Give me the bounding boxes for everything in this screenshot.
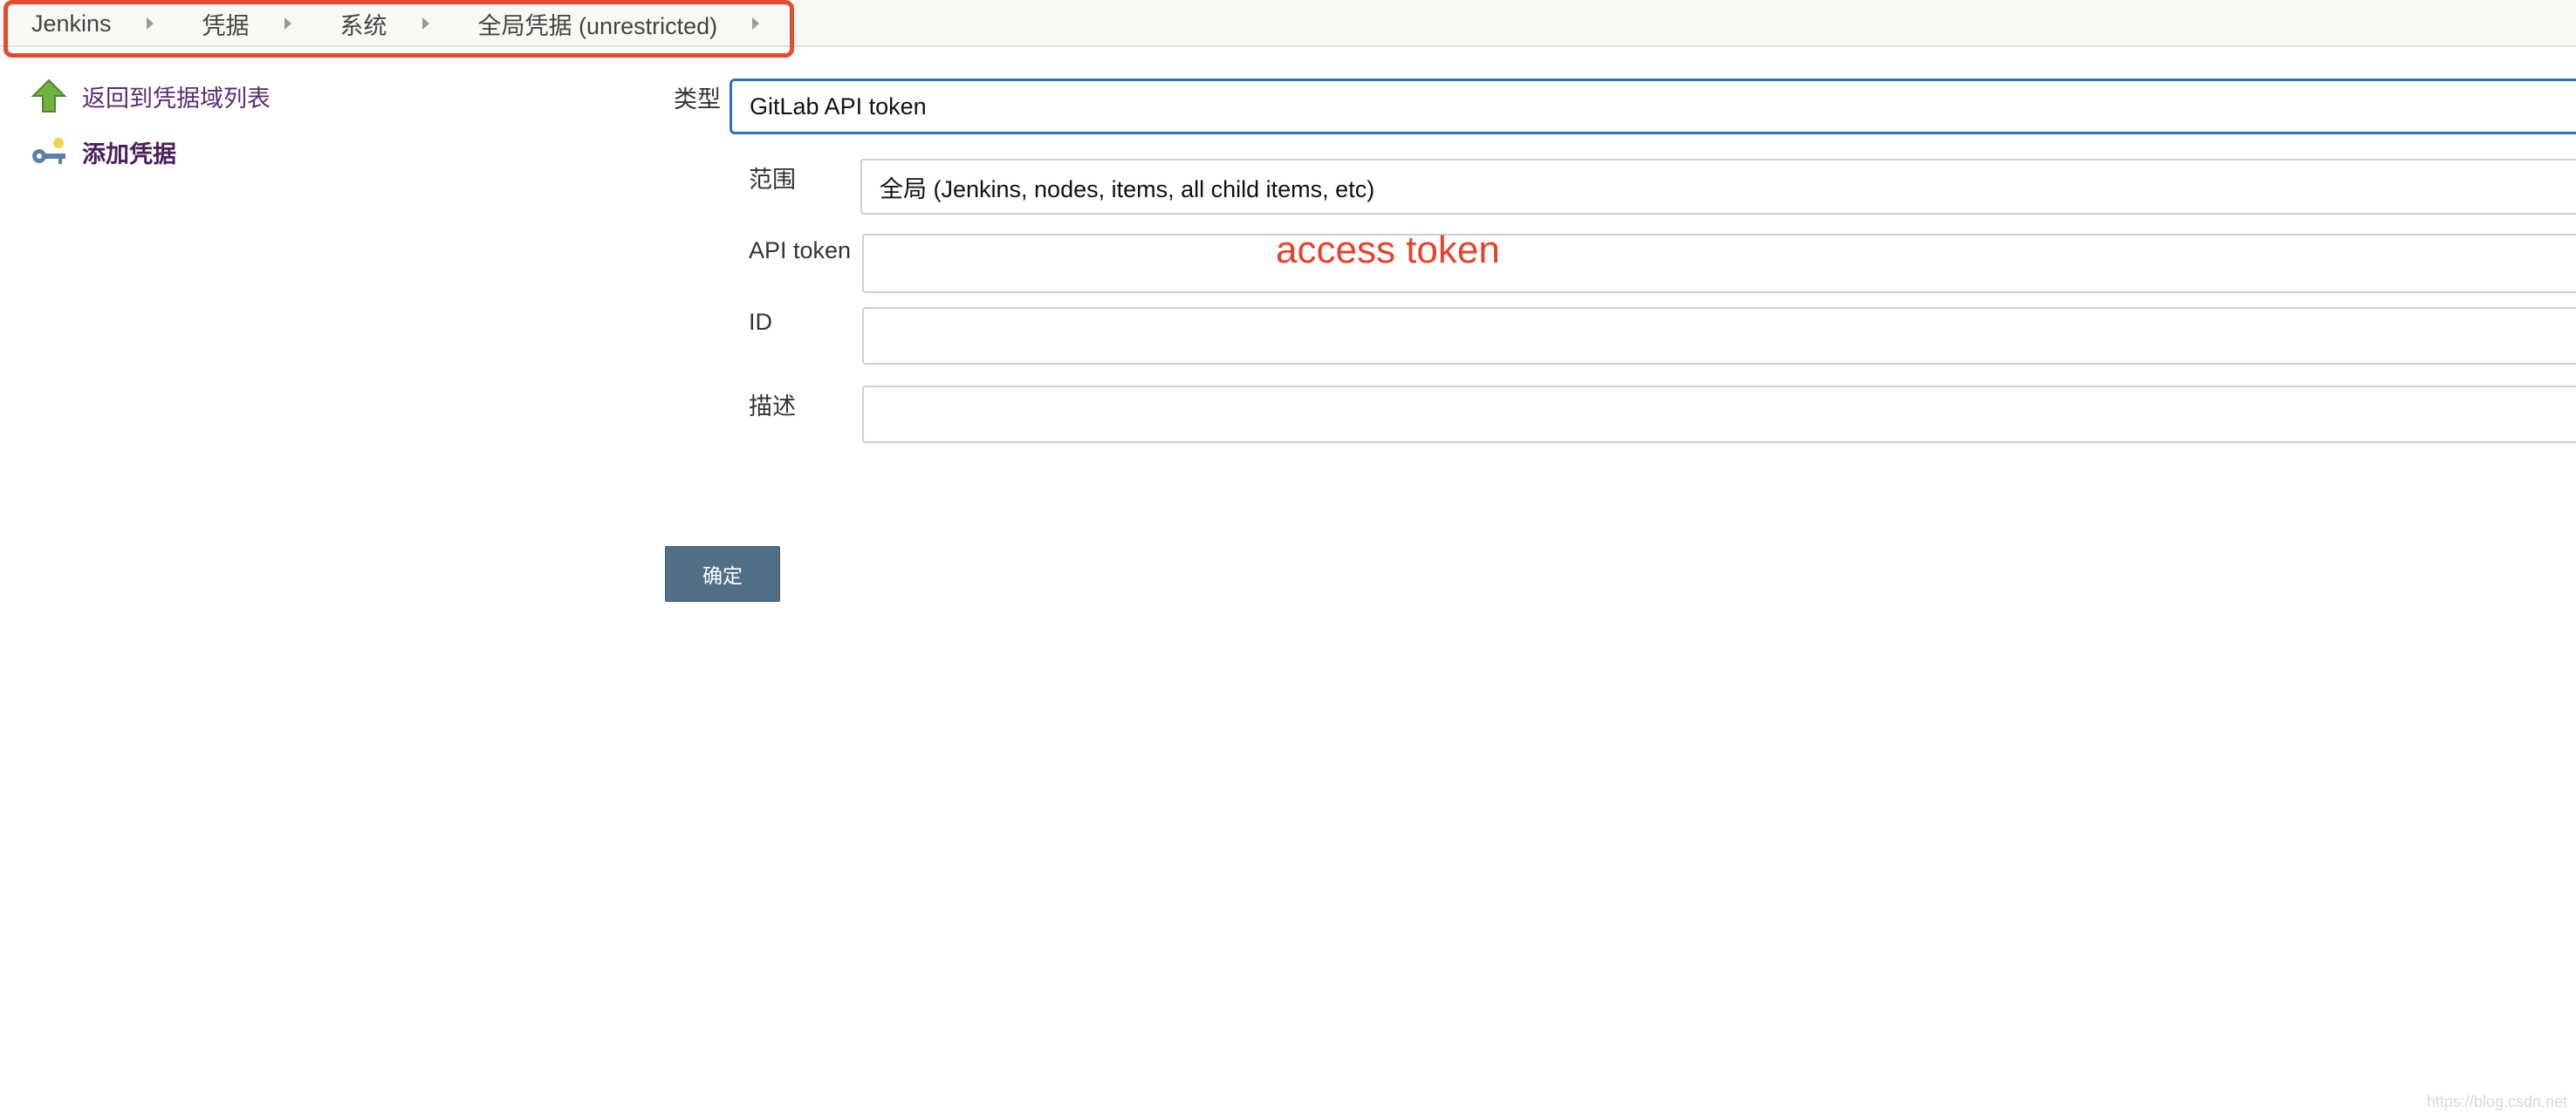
api-token-field[interactable] [862,234,2576,293]
sidebar-item-back-to-domains[interactable]: 返回到凭据域列表 [30,77,271,115]
annotation-highlight-box [3,0,794,58]
access-token-annotation: access token [1276,229,1500,271]
sidebar-item-label: 添加凭据 [82,140,176,167]
scope-select-value: 全局 (Jenkins, nodes, items, all child ite… [880,175,1375,202]
page: Jenkins 凭据 系统 全局凭据 (unrestricted) 返回到凭据域… [0,0,2576,1120]
key-icon [30,133,68,171]
ok-button[interactable]: 确定 [665,546,780,602]
description-label: 描述 [749,393,796,420]
api-token-label: API token [749,237,852,263]
scope-label: 范围 [749,167,796,193]
id-field[interactable] [862,307,2576,365]
sidebar-item-label: 返回到凭据域列表 [82,85,271,112]
watermark: https://blog.csdn.net [2426,1093,2567,1110]
kind-select-value: GitLab API token [750,92,927,120]
up-arrow-icon [30,77,68,115]
id-label: ID [749,309,772,335]
scope-select[interactable]: 全局 (Jenkins, nodes, items, all child ite… [860,159,2576,215]
description-field[interactable] [862,386,2576,443]
sidebar-item-add-credentials[interactable]: 添加凭据 [30,133,176,171]
kind-select[interactable]: GitLab API token [730,79,2576,134]
kind-label: 类型 [674,86,721,113]
